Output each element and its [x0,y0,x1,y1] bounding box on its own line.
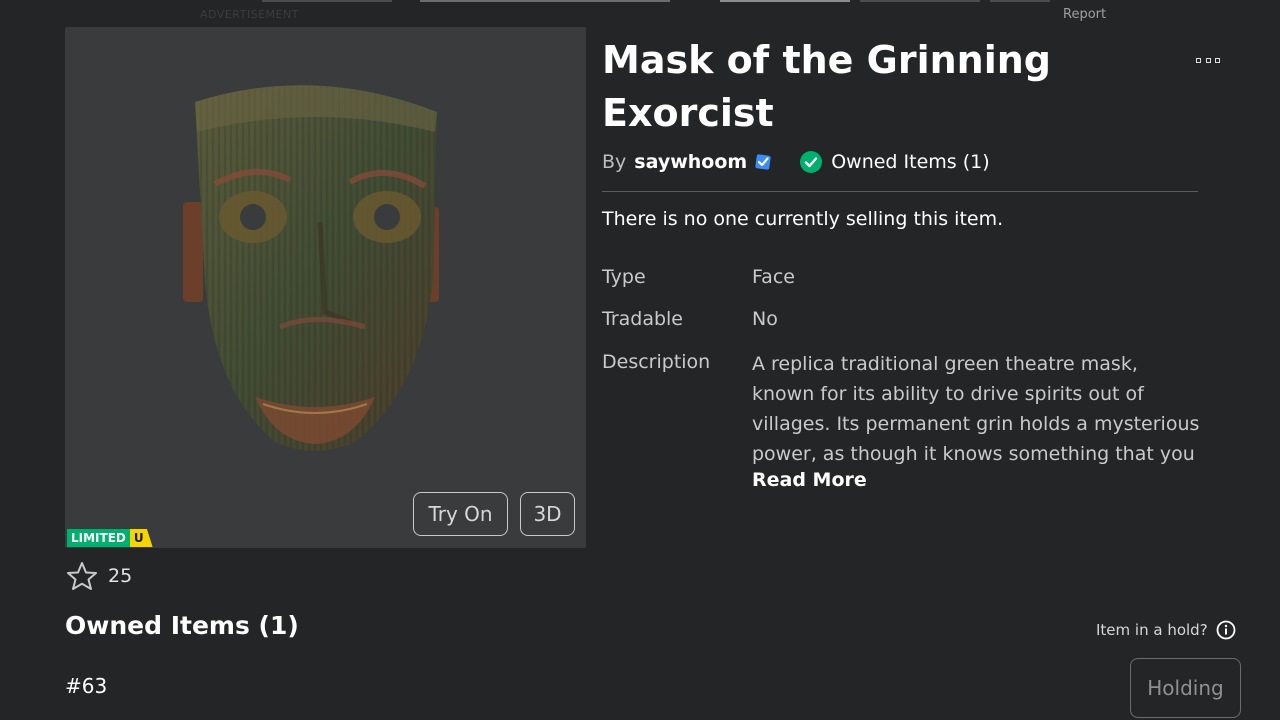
owned-check-icon [800,151,823,173]
details-divider [602,191,1198,192]
item-hold-label: Item in a hold? [1096,621,1208,639]
item-hold-question: Item in a hold? [1096,620,1236,640]
advertisement-label: ADVERTISEMENT [200,8,299,21]
unique-badge-label: U [129,529,153,547]
try-on-button[interactable]: Try On [413,492,508,536]
limited-unique-badge: LIMITED U [67,529,153,547]
detail-value: Face [752,266,795,288]
view-3d-button[interactable]: 3D [520,492,575,536]
item-details-page: ADVERTISEMENT Report Try On 3D LIMITED U… [0,0,1280,720]
detail-key: Description [602,351,711,373]
detail-key: Tradable [602,308,684,330]
mask-image [183,85,439,452]
favorite-control[interactable]: 25 [66,561,132,591]
read-more-link[interactable]: Read More [752,469,867,491]
owned-items-link[interactable]: Owned Items (1) [831,151,989,173]
creator-byline: By saywhoom Owned Items (1) [602,150,990,174]
star-outline-icon[interactable] [66,561,98,591]
info-icon[interactable] [1216,620,1236,640]
more-options-button[interactable] [1196,52,1220,68]
creator-link[interactable]: saywhoom [634,151,747,173]
serial-number: #63 [65,674,108,698]
ad-banner-strip[interactable] [0,0,1280,4]
more-dot-icon [1196,57,1201,63]
favorite-count: 25 [108,565,133,587]
verified-badge-icon [755,154,771,170]
limited-badge-label: LIMITED [67,529,130,547]
more-dot-icon [1205,57,1211,63]
description-text: A replica traditional green theatre mask… [752,353,1200,465]
owned-items-heading: Owned Items (1) [65,611,299,640]
more-dot-icon [1215,57,1220,63]
item-thumbnail: Try On 3D LIMITED U [65,27,586,548]
detail-value: No [752,308,778,330]
report-link[interactable]: Report [1063,7,1106,22]
holding-button[interactable]: Holding [1130,658,1241,718]
detail-key: Type [602,266,646,288]
item-title: Mask of the Grinning Exorcist [602,38,1052,135]
no-sellers-message: There is no one currently selling this i… [602,208,1004,230]
by-label: By [602,151,627,173]
